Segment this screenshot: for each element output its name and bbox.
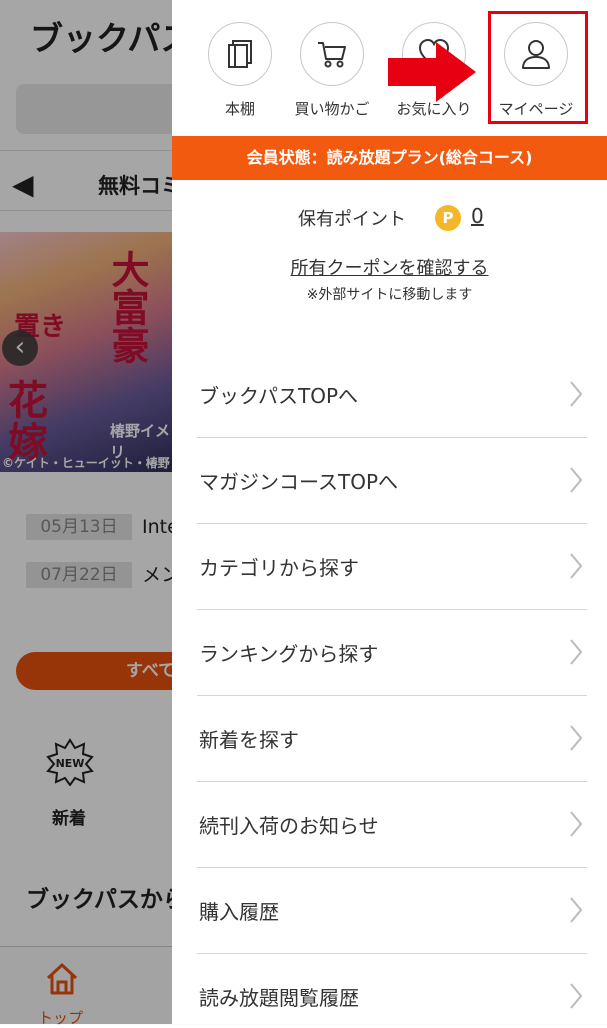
chevron-right-icon xyxy=(570,381,583,407)
chevron-right-icon xyxy=(570,725,583,751)
chevron-right-icon xyxy=(570,897,583,923)
point-coin-icon: P xyxy=(435,205,461,231)
menu-item-label: 購入履歴 xyxy=(199,900,279,924)
menu-item-category[interactable]: カテゴリから探す xyxy=(197,524,587,610)
menu-item-label: 続刊入荷のお知らせ xyxy=(199,814,379,838)
menu-item-magazine-top[interactable]: マガジンコースTOPへ xyxy=(197,438,587,524)
bookshelf-button[interactable] xyxy=(208,22,272,86)
menu-item-bookpass-top[interactable]: ブックパスTOPへ xyxy=(197,352,587,438)
menu-item-unlimited-history[interactable]: 読み放題閲覧履歴 xyxy=(197,954,587,1024)
menu-item-label: ブックパスTOPへ xyxy=(199,384,359,408)
bookshelf-label[interactable]: 本棚 xyxy=(208,98,272,119)
cart-icon xyxy=(318,42,346,68)
chevron-right-icon xyxy=(570,639,583,665)
chevron-right-icon xyxy=(570,553,583,579)
cart-button[interactable] xyxy=(300,22,364,86)
menu-item-purchase-history[interactable]: 購入履歴 xyxy=(197,868,587,954)
membership-status-bar: 会員状態：読み放題プラン(総合コース) xyxy=(172,136,607,180)
menu-item-sequel-notice[interactable]: 続刊入荷のお知らせ xyxy=(197,782,587,868)
cart-label[interactable]: 買い物かご xyxy=(284,98,380,119)
points-label: 保有ポイント xyxy=(298,209,406,230)
drawer-menu: ブックパスTOPへ マガジンコースTOPへ カテゴリから探す ランキングから探す… xyxy=(197,352,587,1024)
menu-item-ranking[interactable]: ランキングから探す xyxy=(197,610,587,696)
menu-item-label: カテゴリから探す xyxy=(199,556,359,580)
coupon-link[interactable]: 所有クーポンを確認する xyxy=(172,254,607,280)
bookshelf-icon xyxy=(228,40,252,68)
chevron-right-icon xyxy=(570,467,583,493)
menu-item-label: マガジンコースTOPへ xyxy=(199,470,399,494)
menu-item-label: 読み放題閲覧履歴 xyxy=(199,986,359,1010)
chevron-right-icon xyxy=(570,811,583,837)
points-value[interactable]: 0 xyxy=(471,204,484,228)
menu-item-label: 新着を探す xyxy=(199,728,299,752)
side-drawer: 本棚 買い物かご お気に入り マイページ 会員状態：読み放題プラン(総合コース)… xyxy=(172,0,607,1024)
red-arrow-icon xyxy=(388,42,476,102)
coupon-note: ※外部サイトに移動します xyxy=(306,287,473,303)
menu-item-new-arrivals[interactable]: 新着を探す xyxy=(197,696,587,782)
chevron-right-icon xyxy=(570,983,583,1009)
menu-item-label: ランキングから探す xyxy=(199,642,379,666)
mypage-highlight-box xyxy=(488,11,588,124)
